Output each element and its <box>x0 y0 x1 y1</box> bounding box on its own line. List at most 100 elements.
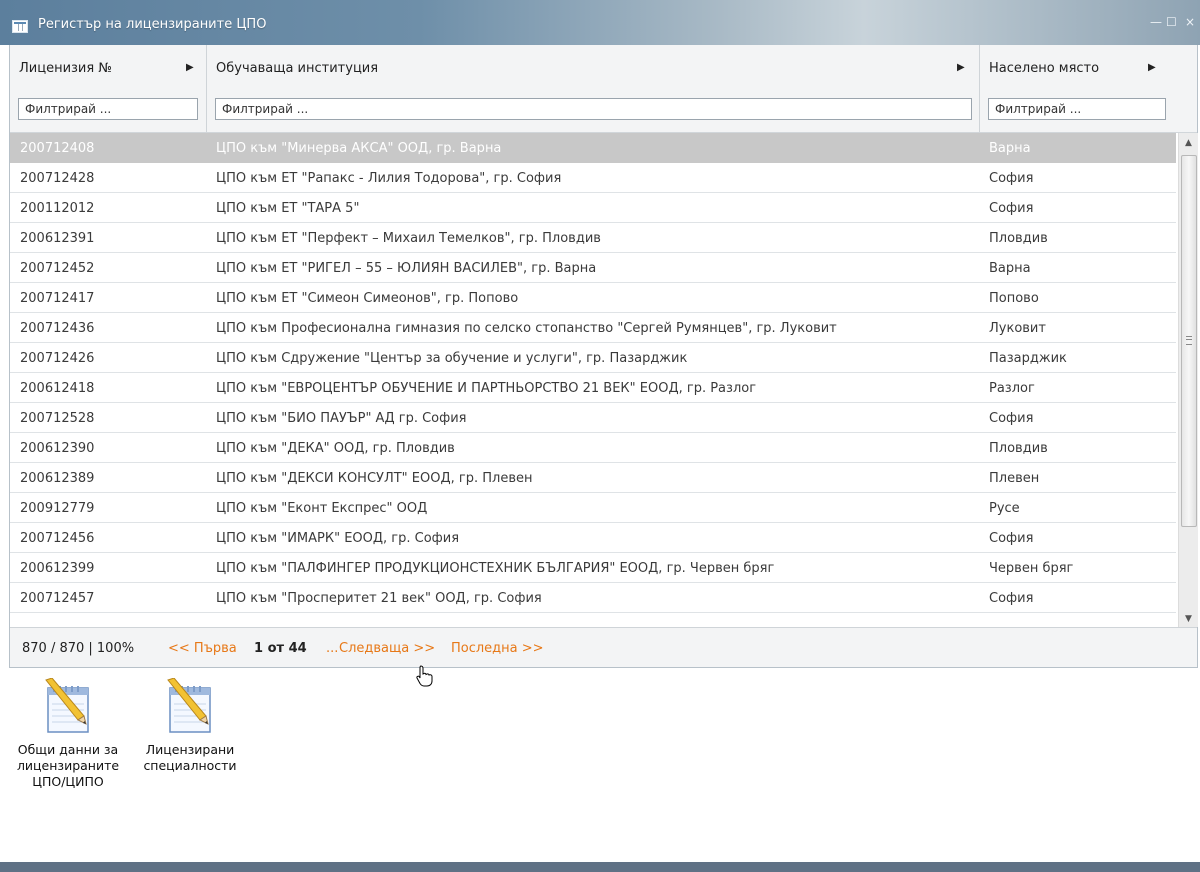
license-cell: 200612418 <box>20 381 95 396</box>
table-row[interactable]: 200712428 ЦПО към ЕТ "Рапакс - Лилия Тод… <box>10 163 1176 193</box>
city-cell: Разлог <box>989 381 1035 396</box>
column-label: Лиценизия № <box>19 61 112 76</box>
institution-cell: ЦПО към ЕТ "Симеон Симеонов", гр. Попово <box>216 291 519 306</box>
city-cell: Попово <box>989 291 1039 306</box>
launcher-label: ЦПО/ЦИПО <box>32 774 104 789</box>
table-row[interactable]: 200712426 ЦПО към Сдружение "Център за о… <box>10 343 1176 373</box>
record-count: 870 / 870 | 100% <box>22 641 135 656</box>
license-cell: 200612391 <box>20 231 95 246</box>
license-cell: 200612389 <box>20 471 95 486</box>
license-cell: 200712452 <box>20 261 95 276</box>
institution-cell: ЦПО към ЕТ "Перфект – Михаил Темелков", … <box>216 231 601 246</box>
institution-cell: ЦПО към ЕТ "ТАРА 5" <box>216 201 360 216</box>
institution-cell: ЦПО към Професионална гимназия по селско… <box>216 321 837 336</box>
column-menu-arrow-icon[interactable]: ▶ <box>1148 62 1156 73</box>
page-position: 1 от 44 <box>254 641 307 656</box>
pager: 870 / 870 | 100% << Първа 1 от 44 ... Сл… <box>10 627 1197 667</box>
institution-cell: ЦПО към "ЕВРОЦЕНТЪР ОБУЧЕНИЕ И ПАРТНЬОРС… <box>216 381 757 396</box>
city-cell: София <box>989 411 1034 426</box>
scroll-up-arrow-icon[interactable]: ▲ <box>1179 135 1198 151</box>
launcher-label: Лицензирани <box>145 742 235 757</box>
institution-cell: ЦПО към "ДЕКСИ КОНСУЛТ" ЕООД, гр. Плевен <box>216 471 533 486</box>
first-page-link[interactable]: << Първа <box>168 641 237 656</box>
scroll-down-arrow-icon[interactable]: ▼ <box>1179 611 1198 627</box>
table-row[interactable]: 200612391 ЦПО към ЕТ "Перфект – Михаил Т… <box>10 223 1176 253</box>
notepad-pencil-icon <box>167 678 211 733</box>
city-cell: Плевен <box>989 471 1040 486</box>
last-page-link[interactable]: Последна >> <box>451 641 544 656</box>
column-header-license[interactable]: Лиценизия № ▶ <box>10 45 207 132</box>
license-cell: 200712456 <box>20 531 95 546</box>
license-cell: 200712408 <box>20 141 95 156</box>
institution-cell: ЦПО към "Минерва АКСА" ООД, гр. Варна <box>216 141 502 156</box>
launcher-label: Общи данни за <box>17 742 119 757</box>
license-cell: 200712528 <box>20 411 95 426</box>
institution-cell: ЦПО към "Просперитет 21 век" ООД, гр. Со… <box>216 591 542 606</box>
filter-city-input[interactable] <box>988 98 1166 120</box>
institution-cell: ЦПО към "ИМАРК" ЕООД, гр. София <box>216 531 460 546</box>
minimize-button[interactable]: — <box>1150 15 1162 29</box>
table-row[interactable]: 200712528 ЦПО към "БИО ПАУЪР" АД гр. Соф… <box>10 403 1176 433</box>
scrollbar-thumb[interactable] <box>1181 155 1197 527</box>
next-page-link[interactable]: Следваща >> <box>339 641 435 656</box>
column-label: Обучаваща институция <box>216 61 379 76</box>
table-row[interactable]: 200112012 ЦПО към ЕТ "ТАРА 5" София <box>10 193 1176 223</box>
city-cell: София <box>989 171 1034 186</box>
maximize-button[interactable]: ☐ <box>1166 15 1177 29</box>
table-row[interactable]: 200612389 ЦПО към "ДЕКСИ КОНСУЛТ" ЕООД, … <box>10 463 1176 493</box>
launcher-label: лицензираните <box>16 758 120 773</box>
license-cell: 200912779 <box>20 501 95 516</box>
column-header-city[interactable]: Населено място ▶ <box>980 45 1197 132</box>
column-menu-arrow-icon[interactable]: ▶ <box>186 62 194 73</box>
table-row[interactable]: 200612418 ЦПО към "ЕВРОЦЕНТЪР ОБУЧЕНИЕ И… <box>10 373 1176 403</box>
license-cell: 200112012 <box>20 201 95 216</box>
institution-cell: ЦПО към "ПАЛФИНГЕР ПРОДУКЦИОНСТЕХНИК БЪЛ… <box>216 561 775 576</box>
city-cell: София <box>989 591 1034 606</box>
institution-cell: ЦПО към Сдружение "Център за обучение и … <box>216 351 688 366</box>
table-row[interactable]: 200712457 ЦПО към "Просперитет 21 век" О… <box>10 583 1176 613</box>
window-title: Регистър на лицензираните ЦПО <box>38 17 267 32</box>
table-row[interactable]: 200712436 ЦПО към Професионална гимназия… <box>10 313 1176 343</box>
licensed-specialties-launcher[interactable]: Лицензирани специалности <box>140 678 240 774</box>
grid-body: 200712408 ЦПО към "Минерва АКСА" ООД, гр… <box>10 133 1197 627</box>
license-cell: 200712436 <box>20 321 95 336</box>
institution-cell: ЦПО към "Еконт Експрес" ООД <box>216 501 428 516</box>
institution-cell: ЦПО към "БИО ПАУЪР" АД гр. София <box>216 411 467 426</box>
city-cell: Пловдив <box>989 231 1048 246</box>
institution-cell: ЦПО към ЕТ "Рапакс - Лилия Тодорова", гр… <box>216 171 562 186</box>
general-data-launcher[interactable]: Общи данни за лицензираните ЦПО/ЦИПО <box>3 678 133 790</box>
institution-cell: ЦПО към "ДЕКА" ООД, гр. Пловдив <box>216 441 455 456</box>
institution-cell: ЦПО към ЕТ "РИГЕЛ – 55 – ЮЛИЯН ВАСИЛЕВ",… <box>216 261 597 276</box>
vertical-scrollbar[interactable]: ▲ ▼ <box>1178 133 1198 627</box>
city-cell: Луковит <box>989 321 1046 336</box>
filter-license-input[interactable] <box>18 98 198 120</box>
license-cell: 200712457 <box>20 591 95 606</box>
table-row[interactable]: 200912779 ЦПО към "Еконт Експрес" ООД Ру… <box>10 493 1176 523</box>
license-cell: 200612390 <box>20 441 95 456</box>
table-icon <box>12 20 28 33</box>
license-cell: 200712428 <box>20 171 95 186</box>
city-cell: Пловдив <box>989 441 1048 456</box>
notepad-pencil-icon <box>45 678 89 733</box>
license-cell: 200612399 <box>20 561 95 576</box>
filter-institution-input[interactable] <box>215 98 972 120</box>
license-grid: Лиценизия № ▶ Обучаваща институция ▶ Нас… <box>9 45 1198 668</box>
taskbar-strip <box>0 862 1200 872</box>
table-row[interactable]: 200612390 ЦПО към "ДЕКА" ООД, гр. Пловди… <box>10 433 1176 463</box>
table-row[interactable]: 200612399 ЦПО към "ПАЛФИНГЕР ПРОДУКЦИОНС… <box>10 553 1176 583</box>
city-cell: Пазарджик <box>989 351 1067 366</box>
license-cell: 200712426 <box>20 351 95 366</box>
city-cell: София <box>989 201 1034 216</box>
launcher-label: специалности <box>143 758 237 773</box>
column-header-institution[interactable]: Обучаваща институция ▶ <box>207 45 980 132</box>
page-ellipsis: ... <box>326 641 339 656</box>
table-row[interactable]: 200712417 ЦПО към ЕТ "Симеон Симеонов", … <box>10 283 1176 313</box>
table-row[interactable]: 200712452 ЦПО към ЕТ "РИГЕЛ – 55 – ЮЛИЯН… <box>10 253 1176 283</box>
license-cell: 200712417 <box>20 291 95 306</box>
window-titlebar: Регистър на лицензираните ЦПО — ☐ × <box>0 0 1200 45</box>
table-row[interactable]: 200712408 ЦПО към "Минерва АКСА" ООД, гр… <box>10 133 1176 163</box>
city-cell: Русе <box>989 501 1020 516</box>
close-button[interactable]: × <box>1185 15 1195 29</box>
table-row[interactable]: 200712456 ЦПО към "ИМАРК" ЕООД, гр. Софи… <box>10 523 1176 553</box>
column-menu-arrow-icon[interactable]: ▶ <box>957 62 965 73</box>
